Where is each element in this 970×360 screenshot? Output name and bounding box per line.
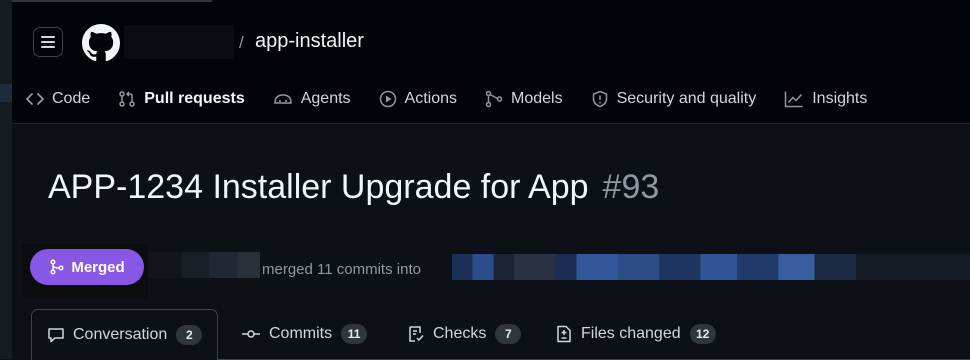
nav-security[interactable]: Security and quality xyxy=(591,90,757,108)
tab-commits-count: 11 xyxy=(341,324,368,344)
tab-files-changed-count: 12 xyxy=(689,324,716,344)
breadcrumb-separator: / xyxy=(239,33,244,52)
pr-number: #93 xyxy=(602,168,660,206)
branch-names-redacted[interactable] xyxy=(452,254,970,280)
checklist-icon xyxy=(409,326,424,342)
git-merge-icon xyxy=(50,259,64,275)
nav-pull-requests-label: Pull requests xyxy=(144,90,245,107)
tab-checks-count: 7 xyxy=(495,324,522,344)
pr-title: APP-1234 Installer Upgrade for App #93 xyxy=(48,168,659,207)
nav-agents[interactable]: Agents xyxy=(273,90,351,108)
nav-actions[interactable]: Actions xyxy=(379,90,457,108)
graph-icon xyxy=(784,91,803,108)
code-icon xyxy=(26,93,44,105)
merge-summary-text: merged 11 commits into xyxy=(262,261,421,278)
tab-conversation[interactable]: Conversation 2 xyxy=(31,309,219,360)
nav-pull-requests[interactable]: Pull requests xyxy=(118,90,245,108)
tab-checks[interactable]: Checks 7 xyxy=(407,309,522,359)
nav-code-label: Code xyxy=(52,90,91,107)
file-diff-icon xyxy=(557,325,571,343)
tab-files-changed[interactable]: Files changed 12 xyxy=(555,309,716,359)
owner-name-redacted[interactable] xyxy=(124,25,234,59)
models-icon xyxy=(485,90,503,108)
repo-header: / app-installer Code Pull requests Agent… xyxy=(12,0,970,124)
comment-icon xyxy=(48,328,64,343)
nav-actions-label: Actions xyxy=(404,90,458,107)
tab-conversation-label: Conversation xyxy=(73,326,168,343)
pr-tabs: Conversation 2 Commits 11 Checks 7 Files… xyxy=(31,309,970,360)
tab-conversation-count: 2 xyxy=(176,325,203,345)
tab-files-changed-label: Files changed xyxy=(581,325,681,342)
agent-icon xyxy=(273,94,292,104)
nav-agents-label: Agents xyxy=(300,90,351,107)
repo-name-link[interactable]: app-installer xyxy=(255,30,364,53)
repo-nav: Code Pull requests Agents Actions Models… xyxy=(26,82,895,116)
nav-insights[interactable]: Insights xyxy=(784,90,867,108)
nav-security-label: Security and quality xyxy=(616,90,757,107)
tab-checks-label: Checks xyxy=(433,325,487,342)
nav-insights-label: Insights xyxy=(812,90,868,107)
menu-button[interactable] xyxy=(33,27,63,57)
play-icon xyxy=(379,90,396,108)
nav-models[interactable]: Models xyxy=(485,90,563,108)
tab-commits[interactable]: Commits 11 xyxy=(241,309,368,359)
github-logo-icon[interactable] xyxy=(82,24,120,62)
background-window-edge xyxy=(0,0,12,359)
pr-title-text: APP-1234 Installer Upgrade for App xyxy=(48,168,589,206)
top-divider xyxy=(12,0,212,2)
tab-commits-label: Commits xyxy=(269,325,333,342)
nav-models-label: Models xyxy=(511,90,563,107)
merged-status-badge: Merged xyxy=(30,249,144,285)
nav-code[interactable]: Code xyxy=(26,90,90,108)
hamburger-icon xyxy=(41,36,55,48)
background-highlight xyxy=(0,84,12,102)
git-pull-request-icon xyxy=(119,91,135,107)
shield-icon xyxy=(592,90,607,108)
commit-icon xyxy=(242,330,260,338)
merged-status-label: Merged xyxy=(71,258,125,276)
author-redacted[interactable] xyxy=(148,252,260,278)
